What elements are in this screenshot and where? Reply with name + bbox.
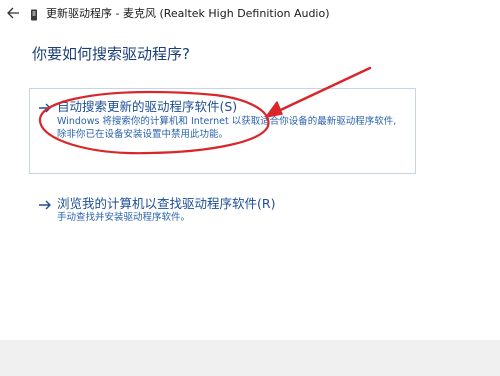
dialog-footer <box>0 340 500 376</box>
auto-search-option-description: Windows 将搜索你的计算机和 Internet 以获取适合你设备的最新驱动… <box>57 116 397 127</box>
right-arrow-icon <box>38 99 52 113</box>
browse-computer-option-description: 手动查找并安装驱动程序软件。 <box>57 212 191 223</box>
auto-search-option-description: 除非你已在设备安装设置中禁用此功能。 <box>57 129 229 140</box>
right-arrow-icon <box>38 196 52 210</box>
browse-computer-option[interactable]: 浏览我的计算机以查找驱动程序软件(R) 手动查找并安装驱动程序软件。 <box>38 192 338 228</box>
window-title: 更新驱动程序 - 麦克风 (Realtek High Definition Au… <box>46 7 330 20</box>
title-bar: 更新驱动程序 - 麦克风 (Realtek High Definition Au… <box>0 0 500 26</box>
auto-search-option[interactable]: 自动搜索更新的驱动程序软件(S) Windows 将搜索你的计算机和 Inter… <box>38 95 410 165</box>
browse-computer-option-title[interactable]: 浏览我的计算机以查找驱动程序软件(R) <box>57 193 275 212</box>
auto-search-option-title[interactable]: 自动搜索更新的驱动程序软件(S) <box>57 96 237 115</box>
update-driver-window: 更新驱动程序 - 麦克风 (Realtek High Definition Au… <box>0 0 500 376</box>
back-arrow-icon[interactable] <box>6 5 20 19</box>
page-heading: 你要如何搜索驱动程序? <box>32 45 190 63</box>
device-icon <box>30 6 38 21</box>
